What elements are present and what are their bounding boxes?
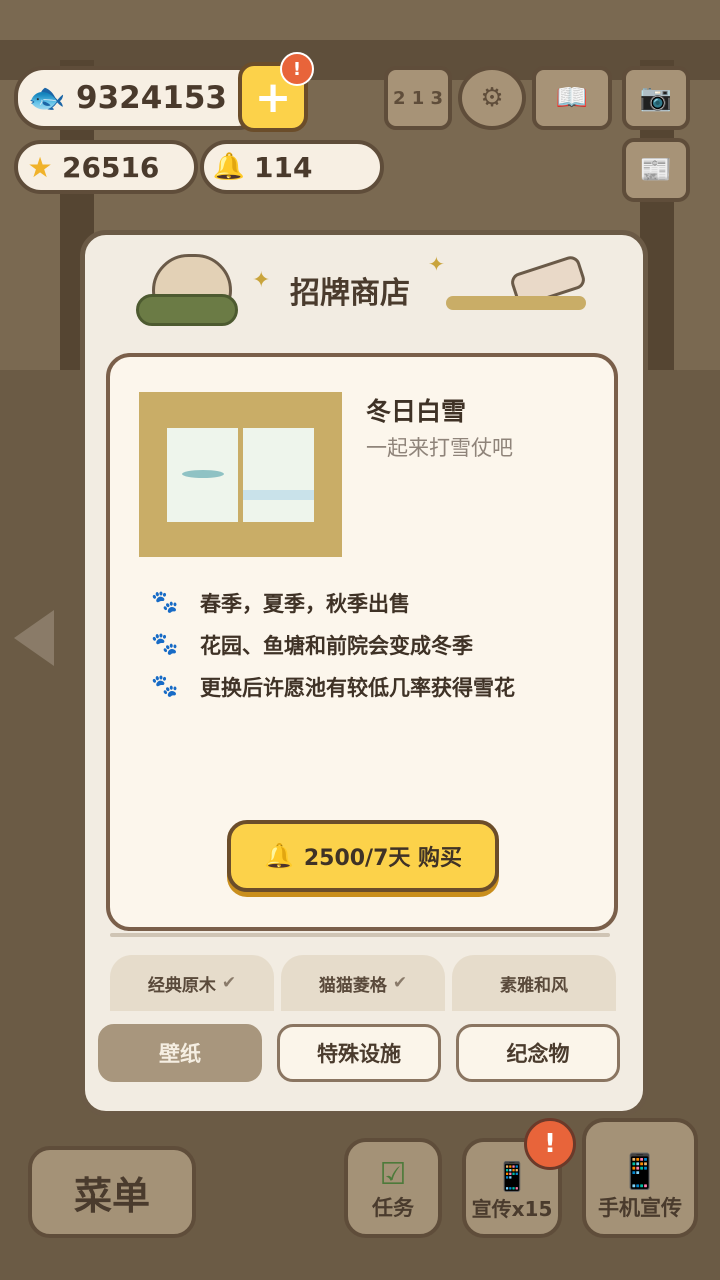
fish-count: 9324153 [76, 80, 227, 116]
feature-line: 🐾 更换后许愿池有较低几率获得雪花 [150, 672, 515, 702]
promo-label: 宣传x15 [471, 1197, 553, 1221]
style-tab-classic-wood[interactable]: 经典原木 ✔ [110, 955, 274, 1011]
paw-icon: 🐾 [151, 590, 179, 615]
style-tab-label: 经典原木 [147, 975, 216, 996]
style-tab-cat-diamond[interactable]: 猫猫菱格 ✔ [281, 955, 445, 1011]
section-divider [110, 933, 610, 937]
phone-icon: 📱 [618, 1152, 662, 1192]
ranking-button[interactable]: 2 1 3 [384, 66, 452, 130]
category-souvenir[interactable]: 纪念物 [456, 1024, 620, 1082]
phone-promo-button[interactable]: 📱 手机宣传 [582, 1118, 698, 1238]
news-button[interactable]: 📰 [622, 138, 690, 202]
check-icon: ✔ [392, 973, 408, 993]
gear-icon: ⚙ [480, 83, 504, 113]
star-count: 26516 [62, 150, 160, 184]
bell-icon: 🔔 [263, 842, 294, 870]
task-button[interactable]: ☑ 任务 [344, 1138, 442, 1238]
category-special-facility[interactable]: 特殊设施 [277, 1024, 441, 1082]
book-icon: 📖 [555, 83, 589, 113]
settings-button[interactable]: ⚙ [458, 66, 526, 130]
fish-counter: 🐟 9324153 [14, 66, 268, 130]
feature-text: 春季，夏季，秋季出售 [200, 592, 410, 616]
item-subtitle: 一起来打雪仗吧 [366, 436, 513, 460]
newspaper-icon: 📰 [639, 155, 673, 185]
camera-button[interactable]: 📷 [622, 66, 690, 130]
camera-icon: 📷 [639, 83, 673, 113]
podium-icon: 2 1 3 [392, 87, 444, 109]
snow-ground [243, 490, 314, 500]
window-pane-right [243, 428, 314, 522]
paint-roller-icon [446, 253, 588, 316]
bell-counter: 🔔 114 [200, 140, 384, 194]
menu-label: 菜单 [73, 1173, 150, 1218]
dialog-title: 招牌商店 [290, 276, 410, 311]
star-counter: ★ 26516 [14, 140, 198, 194]
bell-icon: 🔔 [212, 152, 246, 182]
item-name: 冬日白雪 [366, 397, 467, 426]
phone-promo-label: 手机宣传 [598, 1196, 682, 1220]
buy-label: 2500/7天 购买 [303, 846, 463, 871]
menu-button[interactable]: 菜单 [28, 1146, 196, 1238]
feature-line: 🐾 花园、鱼塘和前院会变成冬季 [150, 630, 473, 660]
phone-icon: 📱 [494, 1160, 530, 1193]
promo-notification-badge: ! [524, 1118, 576, 1170]
task-label: 任务 [372, 1196, 414, 1220]
category-wallpaper[interactable]: 壁纸 [98, 1024, 262, 1082]
feature-text: 更换后许愿池有较低几率获得雪花 [200, 676, 515, 700]
paw-icon: 🐾 [151, 632, 179, 657]
sparkle-icon: ✦ [252, 268, 271, 293]
star-icon: ★ [27, 150, 53, 184]
check-icon: ✔ [221, 973, 237, 993]
snow-wisp [182, 470, 224, 478]
feature-text: 花园、鱼塘和前院会变成冬季 [200, 634, 473, 658]
notification-badge: ! [280, 52, 314, 86]
cat-mascot-icon [130, 246, 240, 326]
sparkle-icon: ✦ [428, 252, 445, 276]
fish-icon: 🐟 [28, 80, 66, 116]
style-tab-label: 猫猫菱格 [318, 975, 387, 996]
style-tab-label: 素雅和风 [500, 975, 568, 996]
paw-icon: 🐾 [151, 674, 179, 699]
checklist-icon: ☑ [379, 1157, 407, 1192]
style-tab-elegant-japanese[interactable]: 素雅和风 [452, 955, 616, 1011]
buy-button[interactable]: 🔔 2500/7天 购买 [227, 820, 499, 892]
guide-book-button[interactable]: 📖 [532, 66, 612, 130]
bell-count: 114 [254, 150, 313, 184]
feature-line: 🐾 春季，夏季，秋季出售 [150, 588, 410, 618]
